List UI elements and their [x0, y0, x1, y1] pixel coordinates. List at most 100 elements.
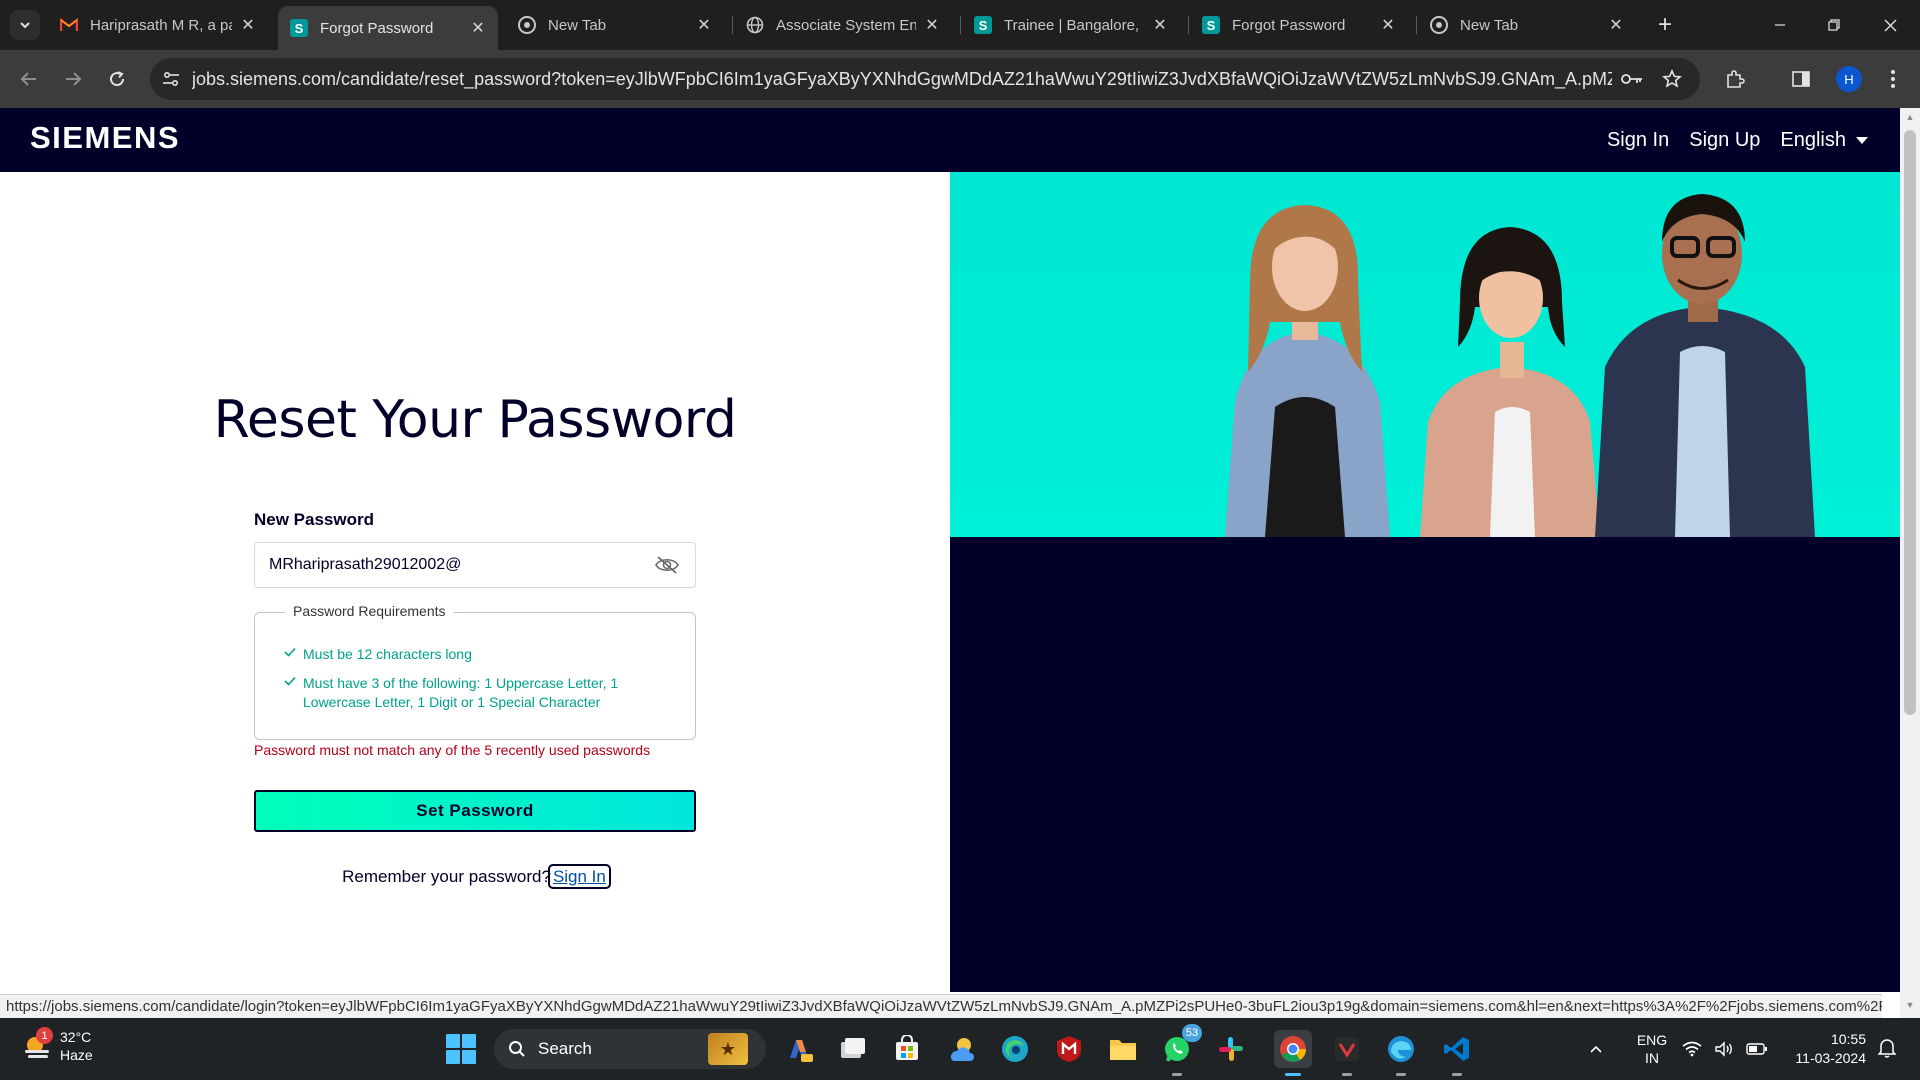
set-password-button[interactable]: Set Password — [254, 790, 696, 832]
key-icon[interactable] — [1612, 72, 1652, 86]
tab-search-button[interactable] — [10, 10, 40, 40]
system-tray-icons[interactable] — [1682, 1018, 1768, 1080]
close-icon[interactable]: ✕ — [696, 15, 712, 35]
person-3-figure — [1595, 194, 1815, 537]
siemens-logo[interactable]: SIEMENS — [30, 120, 180, 156]
language-selector[interactable]: English — [1780, 129, 1868, 152]
lang-line1: ENG — [1636, 1032, 1668, 1048]
close-icon[interactable]: ✕ — [924, 15, 940, 35]
minimize-button[interactable] — [1752, 0, 1808, 50]
check-icon — [283, 674, 297, 693]
close-window-button[interactable] — [1862, 0, 1918, 50]
tab-separator — [732, 16, 733, 34]
globe-icon — [746, 16, 764, 34]
input-language[interactable]: ENG IN — [1634, 1018, 1670, 1080]
check-icon — [283, 645, 297, 664]
restore-button[interactable] — [1806, 0, 1862, 50]
taskbar-search[interactable]: Search ★ — [494, 1029, 766, 1069]
restore-icon — [1828, 19, 1840, 31]
requirement-item: Must have 3 of the following: 1 Uppercas… — [283, 674, 663, 712]
new-password-input[interactable] — [269, 556, 653, 574]
reload-icon — [110, 71, 125, 87]
hero-panel — [950, 172, 1900, 992]
battery-icon — [1746, 1043, 1767, 1055]
person-2-figure — [1420, 227, 1600, 537]
edge-icon[interactable] — [996, 1030, 1034, 1068]
chrome-taskbar-icon[interactable] — [1274, 1030, 1312, 1076]
mcafee-icon[interactable] — [1050, 1030, 1088, 1068]
profile-avatar[interactable]: H — [1836, 66, 1862, 92]
whatsapp-icon[interactable]: 53 — [1158, 1024, 1202, 1076]
scroll-thumb[interactable] — [1904, 130, 1916, 715]
chevron-up-icon[interactable] — [1588, 1018, 1604, 1080]
browser-tab[interactable]: S Forgot Password ✕ — [1190, 7, 1408, 43]
sign-in-link[interactable]: Sign In — [1607, 129, 1669, 152]
header-nav: Sign In Sign Up English — [1607, 108, 1868, 172]
reload-button[interactable] — [102, 64, 132, 94]
back-button[interactable] — [14, 64, 44, 94]
page-scrollbar[interactable]: ▲ ▼ — [1900, 108, 1920, 1018]
siemens-s-icon: S — [974, 16, 992, 34]
wifi-icon — [1682, 1041, 1702, 1057]
new-password-field[interactable] — [254, 542, 696, 588]
weather-text: 32°C Haze — [60, 1028, 93, 1064]
close-icon[interactable]: ✕ — [240, 15, 256, 35]
search-highlight-icon: ★ — [708, 1033, 748, 1065]
language-label: English — [1780, 128, 1846, 151]
microsoft-store-icon[interactable] — [888, 1030, 926, 1068]
requirement-text: Must be 12 characters long — [303, 646, 472, 662]
address-bar[interactable]: jobs.siemens.com/candidate/reset_passwor… — [150, 58, 1700, 100]
sign-up-link[interactable]: Sign Up — [1689, 129, 1760, 152]
browser-tab[interactable]: S Trainee | Bangalore, I ✕ — [962, 7, 1180, 43]
browser-tab[interactable]: New Tab ✕ — [506, 7, 724, 43]
side-panel-icon[interactable] — [1786, 64, 1816, 94]
tab-title: Forgot Password — [320, 19, 434, 37]
password-error-message: Password must not match any of the 5 rec… — [254, 742, 651, 758]
chrome-icon — [518, 16, 536, 34]
close-icon[interactable]: ✕ — [1608, 15, 1624, 35]
arrow-left-icon — [20, 72, 36, 86]
close-icon[interactable]: ✕ — [470, 18, 486, 38]
scroll-down-icon[interactable]: ▼ — [1904, 1000, 1916, 1012]
browser-tab-active[interactable]: S Forgot Password ✕ — [278, 6, 498, 50]
notification-bell-icon[interactable] — [1877, 1038, 1897, 1063]
task-view-icon[interactable] — [834, 1030, 872, 1068]
volume-icon — [1715, 1041, 1732, 1057]
siemens-s-icon: S — [290, 19, 308, 37]
clock-date: 11-03-2024 — [1795, 1050, 1866, 1066]
minimize-icon — [1775, 24, 1785, 26]
star-icon[interactable] — [1652, 69, 1692, 89]
tab-title: Hariprasath M R, a pa — [90, 16, 232, 34]
url-text: jobs.siemens.com/candidate/reset_passwor… — [192, 68, 1612, 89]
password-requirements-box: Password Requirements Must be 12 charact… — [254, 603, 696, 740]
vscode-icon[interactable] — [1438, 1030, 1476, 1076]
edge-dev-icon[interactable] — [1382, 1030, 1420, 1076]
close-icon[interactable]: ✕ — [1380, 15, 1396, 35]
site-info-icon[interactable] — [150, 71, 192, 87]
weather-widget[interactable]: 1 32°C Haze — [22, 1027, 93, 1064]
new-tab-button[interactable]: + — [1650, 10, 1680, 40]
eye-slash-icon[interactable] — [653, 554, 681, 576]
forward-button[interactable] — [58, 64, 88, 94]
file-explorer-icon[interactable] — [1104, 1030, 1142, 1068]
taskbar-clock[interactable]: 10:55 11-03-2024 — [1786, 1030, 1866, 1068]
vivaldi-icon[interactable] — [1328, 1030, 1366, 1076]
browser-tab[interactable]: Associate System Eng ✕ — [734, 7, 952, 43]
scroll-up-icon[interactable]: ▲ — [1904, 112, 1916, 124]
chrome-icon — [1430, 16, 1448, 34]
people-photo — [1225, 194, 1815, 537]
extensions-icon[interactable] — [1720, 64, 1750, 94]
windows-start-icon[interactable] — [446, 1034, 476, 1064]
sign-in-link[interactable]: Sign In — [547, 864, 611, 889]
weather-app-icon[interactable] — [942, 1030, 980, 1068]
copilot-icon[interactable] — [780, 1030, 818, 1068]
close-icon[interactable]: ✕ — [1152, 15, 1168, 35]
new-password-label: New Password — [254, 510, 374, 529]
tab-title: Forgot Password — [1232, 16, 1346, 34]
kebab-menu-icon[interactable] — [1878, 64, 1908, 94]
weather-desc: Haze — [60, 1047, 93, 1063]
browser-tab[interactable]: New Tab ✕ — [1418, 7, 1636, 43]
siemens-s-icon: S — [1202, 16, 1220, 34]
browser-tab[interactable]: Hariprasath M R, a pa ✕ — [48, 7, 268, 43]
slack-icon[interactable] — [1212, 1030, 1250, 1068]
